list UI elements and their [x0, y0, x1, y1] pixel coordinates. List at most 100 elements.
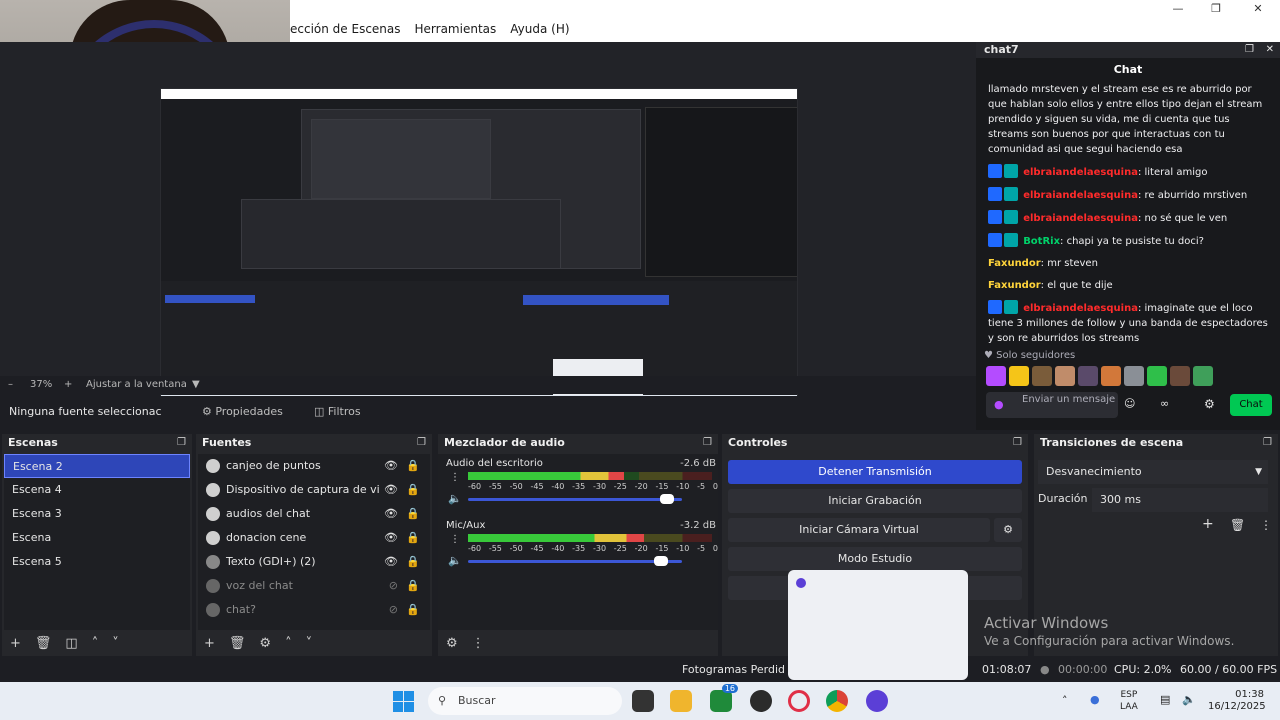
eye-icon[interactable]: 👁	[384, 478, 398, 502]
trash-icon[interactable]: 🗑	[1230, 518, 1245, 532]
eye-hidden-icon[interactable]: ⊘	[389, 574, 398, 598]
more-icon[interactable]: ⋮	[450, 534, 460, 545]
chat-message-input[interactable]: Enviar un mensaje	[986, 392, 1118, 418]
more-icon[interactable]: ⋮	[450, 472, 460, 483]
source-item[interactable]: Dispositivo de captura de vi 👁 🔒	[198, 478, 430, 502]
more-icon[interactable]: ⋮	[1260, 518, 1272, 532]
emote-icon[interactable]	[986, 366, 1006, 386]
eye-icon[interactable]: 👁	[384, 454, 398, 478]
eye-icon[interactable]: 👁	[384, 526, 398, 550]
chat-username[interactable]: elbraiandelaesquina	[1023, 167, 1138, 178]
preview-canvas[interactable]	[160, 88, 798, 412]
obs-icon[interactable]	[750, 690, 772, 712]
emoji-icon[interactable]: ☺	[1124, 397, 1135, 410]
menu-help[interactable]: Ayuda (H)	[510, 18, 569, 40]
scene-item[interactable]: Escena 4	[4, 478, 190, 502]
popout-icon[interactable]: ❐	[1013, 434, 1022, 452]
fit-window-label[interactable]: Ajustar a la ventana	[86, 379, 187, 390]
volume-knob[interactable]	[653, 556, 668, 566]
filters-icon[interactable]: ◫	[65, 636, 77, 651]
add-icon[interactable]: +	[204, 636, 215, 651]
preview-area[interactable]	[0, 42, 976, 412]
opera-icon[interactable]	[788, 690, 810, 712]
points-icon[interactable]: ∞	[1160, 397, 1169, 410]
app-thumbnail-popup[interactable]	[788, 570, 968, 680]
lock-icon[interactable]: 🔒	[406, 454, 420, 478]
duration-input[interactable]: 300 ms	[1092, 488, 1268, 512]
chevron-down-icon[interactable]: ▼	[192, 379, 200, 390]
taskview-icon[interactable]	[632, 690, 654, 712]
zoom-plus-button[interactable]: +	[64, 379, 72, 390]
filters-button[interactable]: ◫ Filtros	[308, 401, 378, 423]
volume-slider[interactable]	[468, 494, 682, 504]
xbox-icon[interactable]: 16	[710, 684, 738, 712]
eye-icon[interactable]: 👁	[384, 502, 398, 526]
chat-username[interactable]: elbraiandelaesquina	[1023, 213, 1138, 224]
emote-icon[interactable]	[1147, 366, 1167, 386]
clock[interactable]: 01:38 16/12/2025	[1208, 689, 1266, 713]
menu-tools[interactable]: Herramientas	[415, 18, 497, 40]
speaker-icon[interactable]: 🔈	[448, 492, 462, 505]
chevron-down-icon[interactable]: ˅	[112, 636, 119, 651]
gear-icon[interactable]: ⚙	[446, 636, 458, 651]
emote-icon[interactable]	[1078, 366, 1098, 386]
volume-knob[interactable]	[660, 494, 675, 504]
gear-icon[interactable]: ⚙	[994, 518, 1022, 542]
scene-item[interactable]: Escena	[4, 526, 190, 550]
scene-item[interactable]: Escena 3	[4, 502, 190, 526]
more-icon[interactable]: ⋮	[472, 636, 485, 651]
virtual-camera-button[interactable]: Iniciar Cámara Virtual	[728, 518, 990, 542]
source-item[interactable]: audios del chat 👁 🔒	[198, 502, 430, 526]
emote-icon[interactable]	[1193, 366, 1213, 386]
chevron-up-icon[interactable]: ˄	[285, 636, 292, 651]
network-icon[interactable]: ▤	[1160, 693, 1170, 706]
lock-icon[interactable]: 🔒	[406, 598, 420, 622]
scene-item[interactable]: Escena 2	[4, 454, 190, 478]
chevron-down-icon[interactable]: ˅	[306, 636, 313, 651]
lock-icon[interactable]: 🔒	[406, 478, 420, 502]
chat-send-button[interactable]: Chat	[1230, 394, 1272, 416]
popout-icon[interactable]: ❐	[703, 434, 712, 452]
add-icon[interactable]: +	[1202, 516, 1214, 532]
trash-icon[interactable]: 🗑	[229, 636, 246, 651]
popout-icon[interactable]: ❐	[177, 434, 186, 452]
lock-icon[interactable]: 🔒	[406, 502, 420, 526]
popout-icon[interactable]: ❐	[1245, 42, 1254, 58]
volume-slider[interactable]	[468, 556, 682, 566]
popout-icon[interactable]: ❐	[417, 434, 426, 452]
emote-icon[interactable]	[1170, 366, 1190, 386]
trash-icon[interactable]: 🗑	[35, 636, 52, 651]
windows-start-icon[interactable]	[393, 691, 415, 713]
zoom-minus-button[interactable]: –	[8, 379, 13, 390]
language-indicator[interactable]: ESP LAA	[1120, 689, 1138, 713]
gear-icon[interactable]: ⚙	[259, 636, 271, 651]
restore-icon[interactable]: ❐	[1196, 0, 1236, 18]
emote-icon[interactable]	[1055, 366, 1075, 386]
lock-icon[interactable]: 🔒	[406, 550, 420, 574]
chat-username[interactable]: elbraiandelaesquina	[1023, 190, 1138, 201]
chat-username[interactable]: Faxundor	[988, 280, 1041, 291]
scene-item[interactable]: Escena 5	[4, 550, 190, 574]
source-item[interactable]: donacion cene 👁 🔒	[198, 526, 430, 550]
taskbar-search[interactable]: ⚲ Buscar	[428, 687, 622, 715]
chevron-up-icon[interactable]: ˄	[92, 636, 99, 651]
chat-username[interactable]: Faxundor	[988, 258, 1041, 269]
studio-mode-button[interactable]: Modo Estudio	[728, 547, 1022, 571]
source-item[interactable]: canjeo de puntos 👁 🔒	[198, 454, 430, 478]
add-icon[interactable]: +	[10, 636, 21, 651]
popout-icon[interactable]: ❐	[1263, 434, 1272, 452]
source-item[interactable]: voz del chat ⊘ 🔒	[198, 574, 430, 598]
chevron-up-icon[interactable]: ˄	[1062, 694, 1068, 707]
lock-icon[interactable]: 🔒	[406, 526, 420, 550]
lock-icon[interactable]: 🔒	[406, 574, 420, 598]
stop-stream-button[interactable]: Detener Transmisión	[728, 460, 1022, 484]
eye-hidden-icon[interactable]: ⊘	[389, 598, 398, 622]
close-icon[interactable]: ✕	[1238, 0, 1278, 18]
microphone-icon[interactable]: ●	[1090, 693, 1100, 706]
close-icon[interactable]: ✕	[1266, 42, 1274, 58]
source-item[interactable]: chat? ⊘ 🔒	[198, 598, 430, 622]
speaker-icon[interactable]: 🔈	[448, 554, 462, 567]
menu-scene-collection[interactable]: ección de Escenas	[290, 18, 401, 40]
eye-icon[interactable]: 👁	[384, 550, 398, 574]
microphone-icon[interactable]: ●	[994, 398, 1004, 411]
